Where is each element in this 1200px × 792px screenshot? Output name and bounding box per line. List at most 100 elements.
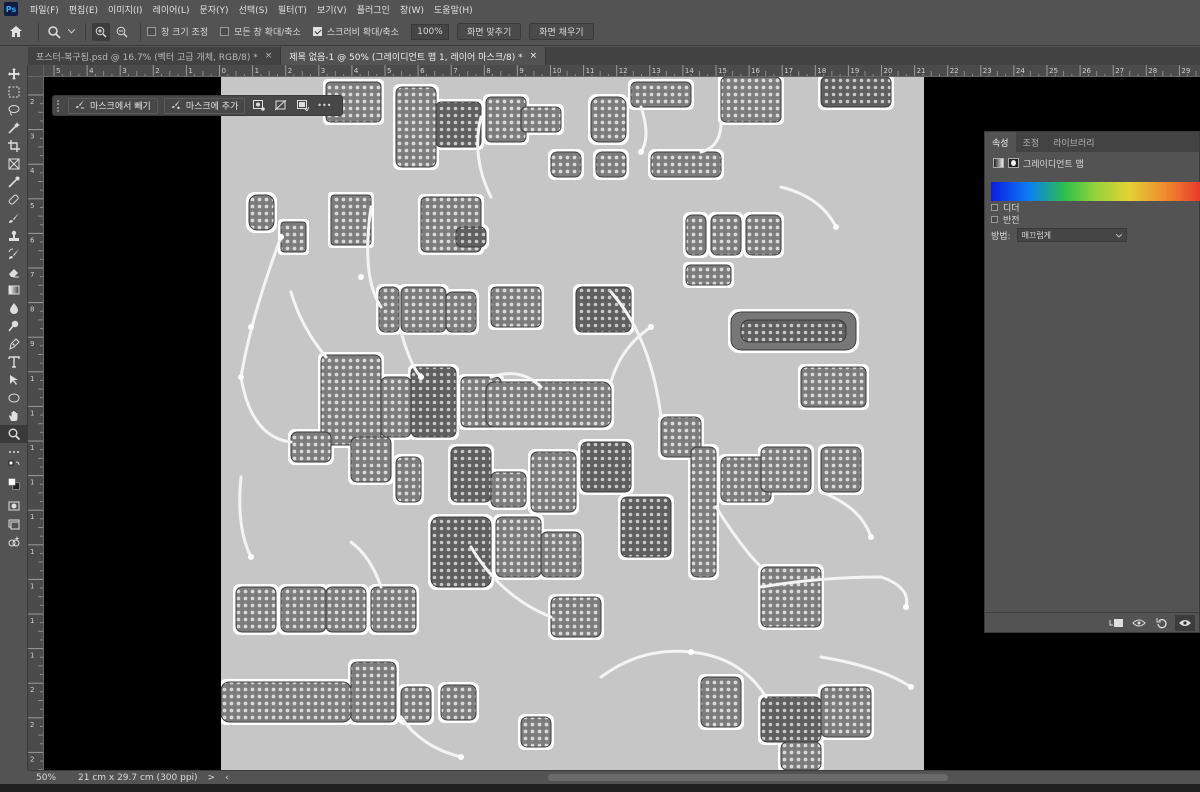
scrubby-zoom-checkbox[interactable]: 스크러비 확대/축소 [312,25,399,38]
status-menu-arrow-icon[interactable]: > [208,773,216,783]
quick-mask-icon[interactable] [0,497,28,515]
checkbox-box[interactable] [220,27,230,36]
ruler-label: 4 [354,67,359,75]
screen-mode-icon[interactable] [0,515,28,533]
reset-icon[interactable] [1152,615,1172,631]
menu-filter[interactable]: 필터(T) [273,3,312,16]
history-brush-icon[interactable] [0,245,28,263]
mask-settings-icon[interactable] [251,98,267,114]
zoom-level[interactable]: 50% [28,773,72,783]
checkbox-box[interactable] [991,204,998,211]
method-label: 방법: [991,231,1011,242]
adjustment-layer-icon[interactable] [993,158,1004,168]
brush-tool-icon[interactable] [0,209,28,227]
checkbox-box[interactable] [991,216,998,223]
hand-tool-icon[interactable] [0,407,28,425]
fill-screen-button[interactable]: 화면 채우기 [529,23,594,40]
scroll-left-icon[interactable]: ‹ [225,773,229,783]
menu-help[interactable]: 도움말(H) [429,3,478,16]
resize-windows-checkbox[interactable]: 창 크기 조정 [147,25,208,38]
ruler-corner[interactable] [28,65,44,77]
method-dropdown[interactable]: 매끄럽게 [1016,228,1127,242]
checkbox-box-checked[interactable] [312,27,322,36]
zoom-percent-field[interactable]: 100% [410,23,449,40]
separator [38,22,39,41]
os-taskbar [0,784,1200,792]
menu-view[interactable]: 보기(V) [312,3,352,16]
horizontal-ruler[interactable]: 5 4 3 2 1 0 1 2 3 4 5 6 7 8 9 10 11 12 13 14 15 16 17 18 19 20 21 2… [44,65,1200,77]
tab-libraries[interactable]: 라이브러리 [1046,132,1101,152]
menu-type[interactable]: 문자(Y) [194,3,233,16]
stamp-tool-icon[interactable] [0,227,28,245]
vertical-ruler[interactable]: 2 3 4 5 6 7 8 9 1 1 1 1 1 1 1 1 1 2 2 2 [28,77,44,770]
gradient-preview[interactable] [991,182,1200,201]
zoom-all-windows-checkbox[interactable]: 모든 창 확대/축소 [220,25,301,38]
lasso-tool-icon[interactable] [0,101,28,119]
layer-mask-icon[interactable] [1008,158,1019,168]
more-tools-icon[interactable] [0,443,28,461]
tab-poster-document[interactable]: 포스터-복구됨.psd @ 16.7% (벡터 고급 개체, RGB/8) * … [28,47,282,65]
checkbox-box[interactable] [147,27,156,36]
marquee-tool-icon[interactable] [0,83,28,101]
zoom-tool-icon[interactable] [0,425,28,443]
color-swatches-icon[interactable] [0,471,28,497]
dither-checkbox[interactable]: 디더 [985,202,1199,214]
menu-window[interactable]: 창(W) [395,3,429,16]
menu-edit[interactable]: 편집(E) [64,3,103,16]
eraser-tool-icon[interactable] [0,263,28,281]
ellipse-tool-icon[interactable] [0,389,28,407]
type-tool-icon[interactable] [0,353,28,371]
frame-tool-icon[interactable] [0,155,28,173]
tab-properties[interactable]: 속성 [985,132,1016,152]
zoom-in-icon[interactable] [92,22,110,41]
ruler-label: 5 [56,67,60,75]
more-options-icon[interactable]: ••• [317,98,331,114]
add-to-mask-button[interactable]: 마스크에 추가 [163,97,246,114]
magic-wand-icon[interactable] [0,119,28,137]
zoom-out-icon[interactable] [113,23,131,41]
ruler-label: 0 [222,67,226,75]
view-previous-state-icon[interactable] [1129,615,1149,631]
menu-file[interactable]: 파일(F) [25,3,64,16]
menu-select[interactable]: 선택(S) [234,3,273,16]
tab-untitled-document[interactable]: 제목 없음-1 @ 50% (그레이디언트 맵 1, 레이어 마스크/8) * … [281,47,547,65]
crop-tool-icon[interactable] [0,137,28,155]
home-icon[interactable] [0,18,32,46]
zoom-tool-preset-icon[interactable] [45,23,63,41]
menu-layer[interactable]: 레이어(L) [148,3,195,16]
move-tool-icon[interactable] [0,65,28,83]
ruler-label: 29 [1181,67,1190,75]
menu-image[interactable]: 이미지(I) [103,3,148,16]
resize-windows-label: 창 크기 조정 [161,28,209,38]
subtract-from-mask-button[interactable]: 마스크에서 빼기 [68,97,158,114]
close-icon[interactable]: × [530,51,538,61]
drag-handle[interactable] [57,99,61,112]
clip-to-layer-icon[interactable] [1106,615,1126,631]
path-selection-icon[interactable] [0,371,28,389]
fit-screen-button[interactable]: 화면 맞추기 [456,23,522,40]
horizontal-scrollbar[interactable] [548,774,948,781]
blur-tool-icon[interactable] [0,299,28,317]
ruler-label: 12 [619,67,628,75]
healing-brush-icon[interactable] [0,191,28,209]
properties-title: 그레이디언트 맵 [1023,159,1084,170]
close-icon[interactable]: × [265,51,273,61]
gradient-tool-icon[interactable] [0,281,28,299]
generative-icon[interactable] [0,533,28,551]
ruler-label: 17 [784,67,793,75]
dodge-tool-icon[interactable] [0,317,28,335]
reverse-checkbox[interactable]: 반전 [985,214,1199,226]
document-canvas[interactable] [221,77,924,770]
disable-mask-icon[interactable] [273,98,289,114]
menu-plugins[interactable]: 플러그인 [352,3,395,16]
swap-colors-icon[interactable] [0,460,28,471]
tab-adjustments[interactable]: 조정 [1016,132,1047,152]
visibility-eye-icon[interactable] [1175,614,1195,631]
tab-label: 포스터-복구됨.psd @ 16.7% (벡터 고급 개체, RGB/8) * [36,52,258,63]
apply-mask-icon[interactable] [295,98,311,114]
eyedropper-icon[interactable] [0,173,28,191]
chevron-down-icon[interactable] [66,23,76,41]
pen-tool-icon[interactable] [0,335,28,353]
ruler-label: 11 [586,67,595,75]
ruler-label: 14 [685,67,694,75]
